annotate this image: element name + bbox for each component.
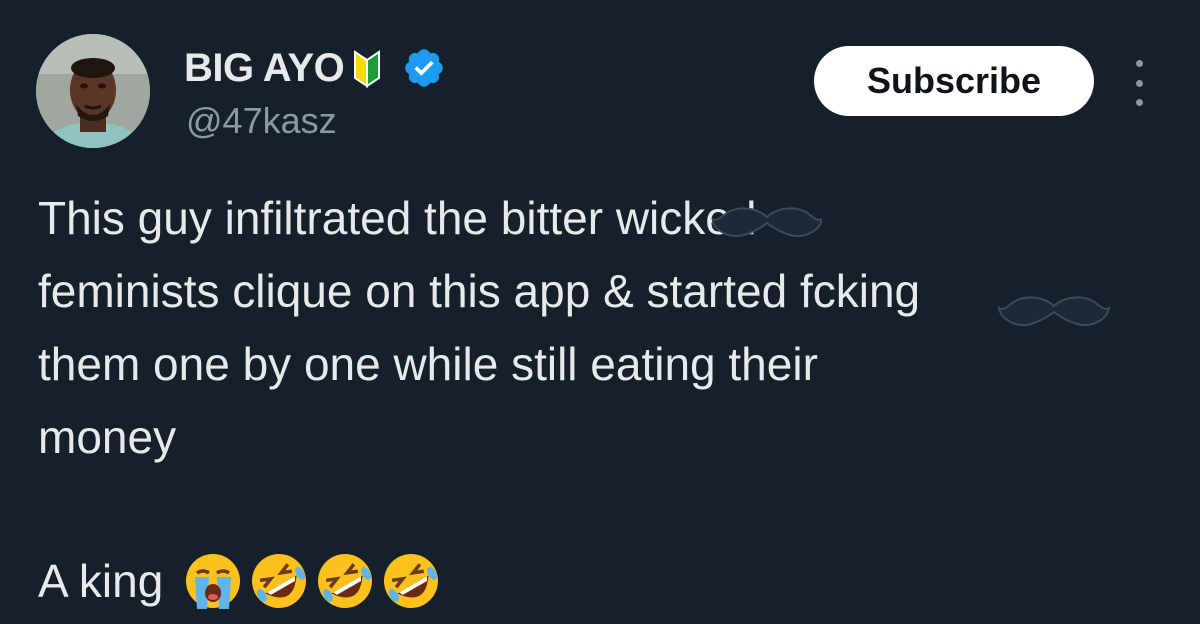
rolling-on-floor-laughing-icon	[249, 551, 309, 611]
tweet-text-line: This guy infiltrated the bitter wicked	[38, 192, 757, 244]
rolling-on-floor-laughing-icon	[381, 551, 441, 611]
subscribe-button[interactable]: Subscribe	[814, 46, 1094, 116]
author-display-name[interactable]: BIG AYO	[184, 46, 345, 91]
signoff-text: A king	[38, 555, 164, 607]
japanese-beginner-symbol-icon	[352, 48, 382, 88]
rolling-on-floor-laughing-icon	[315, 551, 375, 611]
tweet-text-line: money	[38, 411, 177, 463]
mustache-emoji-icon	[712, 207, 822, 237]
author-name-row[interactable]: BIG AYO	[184, 42, 446, 94]
mustache-emoji-icon	[998, 296, 1110, 326]
avatar[interactable]	[36, 34, 150, 148]
verified-badge-icon[interactable]	[402, 46, 446, 90]
tweet-card: BIG AYO @47kasz Subscribe This guy infil…	[0, 0, 1200, 624]
author-handle[interactable]: @47kasz	[186, 100, 337, 142]
tweet-signoff: A king	[38, 548, 441, 614]
tweet-text-line: them one by one while still eating their	[38, 338, 818, 390]
loudly-crying-face-icon	[183, 551, 243, 611]
more-vertical-icon[interactable]	[1124, 60, 1154, 106]
avatar-photo	[36, 34, 150, 148]
